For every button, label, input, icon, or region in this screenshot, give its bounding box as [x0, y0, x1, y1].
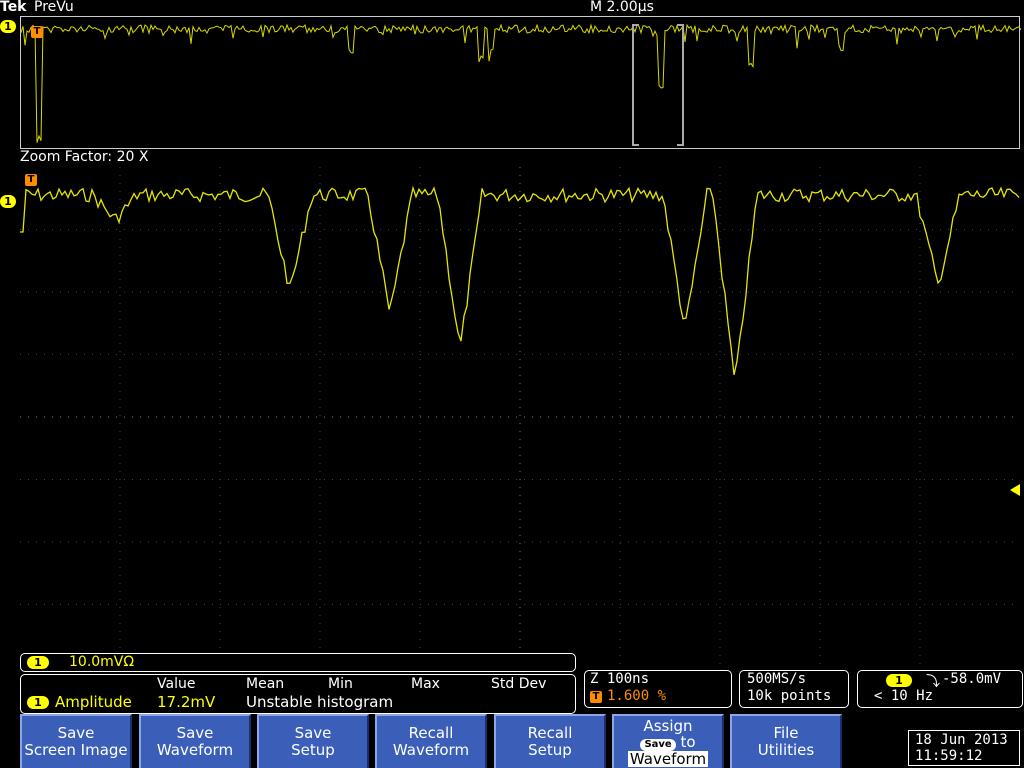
- button-label-line2: Waveform: [392, 741, 470, 759]
- button-label-line1: Save: [176, 724, 214, 742]
- button-label-line1: Recall: [527, 724, 573, 742]
- time-label: 11:59:12: [915, 748, 983, 764]
- zoom-info-panel[interactable]: Z 100ns T 1.600 %: [584, 670, 732, 708]
- trigger-panel[interactable]: 1 ⤵ -58.0mV < 10 Hz: [857, 670, 1023, 708]
- measure-header-value: Value: [157, 676, 196, 692]
- record-length: 10k points: [747, 688, 832, 704]
- button-label-mid: Save to: [640, 734, 696, 751]
- mode-label: PreVu: [34, 0, 74, 15]
- button-label-line1: File: [773, 724, 799, 742]
- overview-channel-badge: 1: [0, 20, 16, 33]
- assign-save-button[interactable]: Assign Save to Waveform: [612, 714, 724, 768]
- acquisition-panel[interactable]: 500MS/s 10k points: [739, 670, 849, 708]
- overview-waveform: [21, 23, 1021, 146]
- button-label-line2: Screen Image: [24, 741, 128, 759]
- measure-value: 17.2mV: [157, 693, 216, 711]
- measure-header-max: Max: [411, 676, 440, 692]
- button-label-line2: Setup: [528, 741, 572, 759]
- trigger-level-arrow-icon: [1010, 484, 1020, 496]
- measurement-panel[interactable]: Value Mean Min Max Std Dev 1 Amplitude 1…: [20, 674, 576, 714]
- scale-channel-badge: 1: [27, 656, 49, 669]
- main-waveform: [20, 167, 1020, 667]
- zoom-factor-label: Zoom Factor: 20 X: [20, 149, 149, 165]
- main-channel-badge: 1: [0, 195, 16, 208]
- brand-label: Tek: [0, 0, 27, 15]
- save-key-icon: Save: [640, 738, 676, 751]
- trigger-channel-badge: 1: [886, 674, 912, 687]
- save-setup-button[interactable]: Save Setup: [257, 714, 369, 768]
- button-label-line2: Waveform: [156, 741, 234, 759]
- main-graticule: [20, 167, 1020, 667]
- overview-trigger-marker: T: [31, 26, 43, 38]
- zoom-timebase: Z 100ns: [590, 671, 650, 687]
- zoom-window-bracket: [632, 24, 684, 146]
- trigger-level: -58.0mV: [942, 671, 1002, 687]
- channel-scale-value: 10.0mVΩ: [69, 654, 135, 670]
- zoom-trigger-icon: T: [590, 691, 602, 703]
- measure-status: Unstable histogram: [246, 693, 394, 711]
- save-screen-image-button[interactable]: Save Screen Image: [20, 714, 132, 768]
- button-label-line1: Recall: [408, 724, 454, 742]
- save-waveform-button[interactable]: Save Waveform: [139, 714, 251, 768]
- trigger-position: 1.600 %: [607, 688, 667, 704]
- measure-header-min: Min: [328, 676, 353, 692]
- measure-channel-badge: 1: [27, 696, 49, 709]
- button-label-line2: Setup: [291, 741, 335, 759]
- measure-name: Amplitude: [55, 693, 132, 711]
- file-utilities-button[interactable]: File Utilities: [730, 714, 842, 768]
- measure-header-mean: Mean: [246, 676, 285, 692]
- recall-setup-button[interactable]: Recall Setup: [494, 714, 606, 768]
- sample-rate: 500MS/s: [747, 671, 807, 687]
- button-label-line2: Utilities: [757, 741, 815, 759]
- timebase-label: M 2.00µs: [590, 0, 654, 15]
- button-label-line2: Waveform: [627, 749, 709, 768]
- button-label-line1: Save: [57, 724, 95, 742]
- button-label-line1: Save: [294, 724, 332, 742]
- button-label-line1: Assign: [643, 716, 693, 735]
- datetime-box: 18 Jun 2013 11:59:12: [908, 730, 1020, 766]
- recall-waveform-button[interactable]: Recall Waveform: [375, 714, 487, 768]
- trigger-frequency: < 10 Hz: [874, 688, 934, 704]
- channel-scale-bar[interactable]: 1 10.0mVΩ: [20, 653, 576, 672]
- main-trigger-marker: T: [25, 174, 37, 186]
- overview-window: [20, 16, 1021, 149]
- date-label: 18 Jun 2013: [915, 732, 1008, 748]
- measure-header-stddev: Std Dev: [491, 676, 547, 692]
